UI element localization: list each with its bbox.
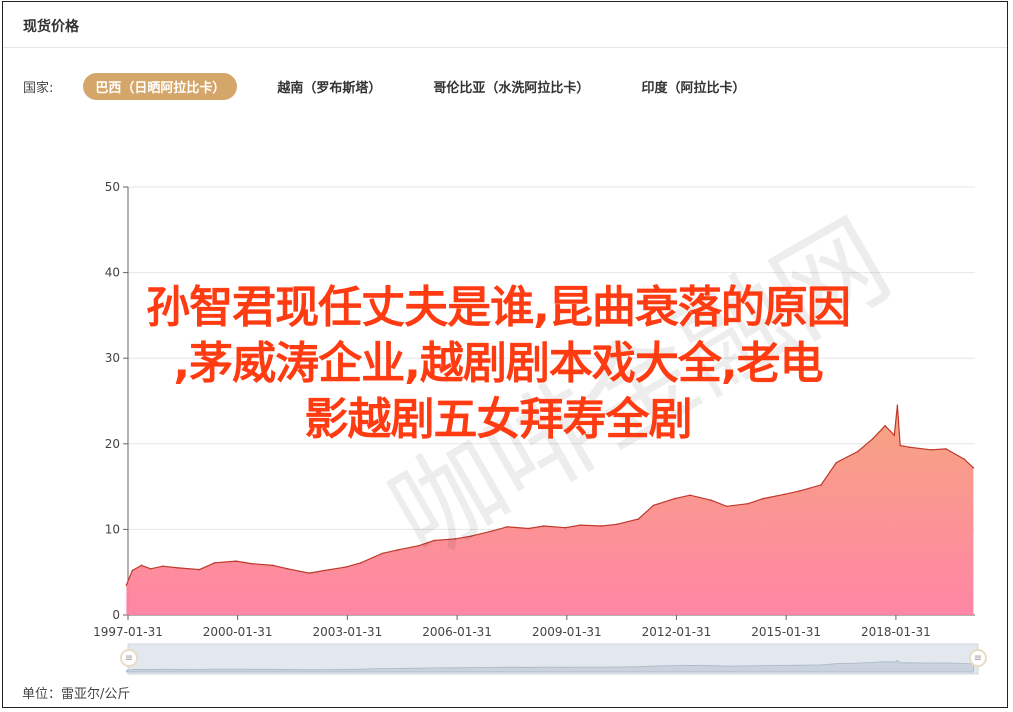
data-point — [198, 568, 201, 571]
data-point — [963, 458, 966, 461]
data-point — [945, 448, 947, 450]
data-point — [674, 497, 676, 500]
data-point — [396, 549, 399, 551]
data-point — [323, 569, 326, 572]
x-axis: 1997-01-31 2000-01-31 2003-01-31 2006-01-31… — [93, 614, 975, 639]
data-point — [542, 525, 545, 527]
data-point — [820, 484, 822, 486]
data-point — [506, 526, 508, 528]
y-tick-label: 50 — [105, 180, 120, 194]
data-point — [344, 566, 347, 568]
data-point — [271, 564, 274, 567]
data-point — [872, 437, 874, 440]
data-point — [564, 526, 567, 529]
data-point — [908, 446, 911, 449]
slider-end-handle[interactable]: ≡ — [969, 649, 987, 667]
data-point — [125, 584, 128, 586]
x-tick-label: 2006-01-31 — [422, 625, 492, 639]
data-point — [469, 535, 472, 538]
x-tick-label: 2015-01-31 — [751, 625, 821, 639]
data-point — [381, 552, 384, 555]
y-tick-label: 20 — [105, 437, 120, 451]
data-point — [600, 525, 603, 527]
x-tick-label: 2012-01-31 — [642, 625, 712, 639]
data-point — [177, 567, 179, 569]
data-point — [131, 569, 134, 572]
y-tick-label: 40 — [105, 266, 120, 280]
data-point — [899, 444, 902, 447]
data-point — [652, 504, 655, 507]
x-tick-label: 2003-01-31 — [312, 625, 382, 639]
data-point — [893, 434, 896, 437]
x-tick-label: 2000-01-31 — [203, 625, 273, 639]
slider-start-handle[interactable]: ≡ — [120, 649, 138, 667]
data-point — [972, 466, 975, 469]
data-point — [747, 502, 749, 505]
data-point — [930, 448, 932, 451]
data-point — [884, 425, 886, 427]
unit-label: 单位：雷亚尔/公斤 — [22, 687, 131, 702]
y-tick-label: 0 — [112, 608, 120, 622]
x-tick-label: 2018-01-31 — [861, 625, 931, 639]
data-point — [896, 404, 899, 407]
y-tick-label: 10 — [105, 522, 120, 536]
data-point — [637, 518, 640, 520]
data-point — [250, 562, 253, 565]
data-point — [835, 461, 838, 464]
data-point — [418, 544, 420, 547]
data-point — [491, 530, 493, 532]
y-tick-label: 30 — [105, 351, 120, 365]
price-area — [126, 405, 974, 615]
data-point — [235, 560, 237, 562]
data-point — [710, 499, 713, 502]
data-point — [783, 493, 786, 496]
x-tick-label: 1997-01-31 — [93, 625, 163, 639]
data-point — [140, 564, 143, 567]
data-point — [579, 524, 582, 526]
price-chart: 0 10 20 30 40 50 1997-01-31 2000-01-31 2003-01-… — [93, 180, 979, 675]
y-axis: 0 10 20 30 40 50 — [105, 180, 129, 622]
data-point — [762, 497, 764, 500]
data-point — [856, 450, 859, 453]
data-point — [360, 561, 362, 564]
data-point — [162, 565, 164, 568]
data-point — [308, 572, 311, 574]
data-point — [527, 527, 530, 530]
data-point — [689, 494, 691, 496]
data-point — [213, 561, 216, 564]
data-point — [286, 567, 289, 570]
data-point — [798, 490, 801, 492]
data-point — [149, 567, 152, 570]
data-point — [454, 538, 457, 540]
x-tick-label: 2009-01-31 — [532, 625, 602, 639]
data-point — [725, 505, 728, 508]
data-point — [433, 539, 435, 542]
data-point — [616, 523, 618, 526]
